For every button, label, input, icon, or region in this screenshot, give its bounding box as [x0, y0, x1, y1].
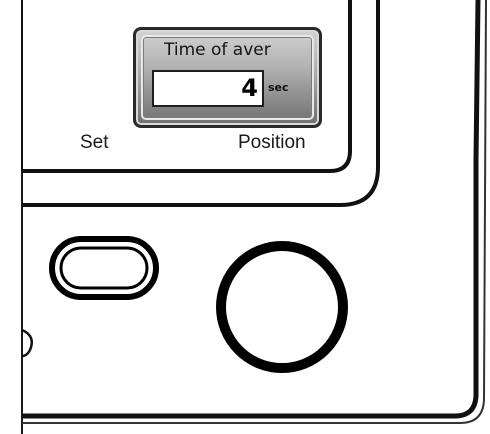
unit-label: sec — [268, 81, 289, 94]
round-button-icon[interactable] — [211, 236, 353, 378]
lcd-title: Time of aver — [164, 40, 271, 60]
oval-button-icon[interactable] — [48, 235, 160, 301]
side-marker — [21, 328, 33, 358]
value-field[interactable]: 4 — [152, 70, 264, 107]
value-text: 4 — [241, 74, 258, 102]
softkey-label-set: Set — [80, 132, 109, 153]
softkey-label-position: Position — [238, 132, 306, 153]
lcd-display: Time of aver 4 sec — [133, 27, 322, 128]
